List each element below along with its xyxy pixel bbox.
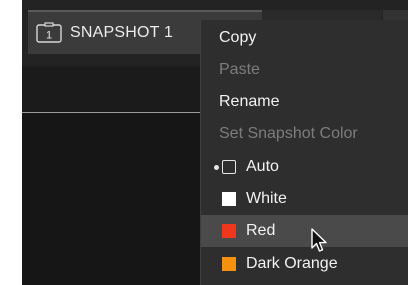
screenshot-stage: 1 SNAPSHOT 1 Copy Paste Rename Set Snaps… <box>0 0 408 285</box>
color-option-dark-orange-label: Dark Orange <box>246 255 338 272</box>
menu-item-rename-label: Rename <box>219 93 280 110</box>
color-option-auto[interactable]: Auto <box>201 151 408 183</box>
white-swatch-icon <box>222 192 236 206</box>
set-color-header-label: Set Snapshot Color <box>219 125 358 142</box>
color-option-red-label: Red <box>246 222 276 239</box>
color-option-white[interactable]: White <box>201 183 408 215</box>
context-menu: Copy Paste Rename Set Snapshot Color Aut… <box>200 20 408 285</box>
color-option-dark-orange[interactable]: Dark Orange <box>201 248 408 280</box>
menu-section-header: Set Snapshot Color <box>201 118 408 150</box>
selected-bullet-icon <box>214 164 219 170</box>
snapshot-number: 1 <box>46 30 52 42</box>
lower-panel <box>22 113 202 285</box>
snapshot-tab-label: SNAPSHOT 1 <box>70 24 174 41</box>
menu-item-rename[interactable]: Rename <box>201 86 408 118</box>
snapshot-frame-icon: 1 <box>34 22 64 44</box>
color-option-white-label: White <box>246 190 287 207</box>
dark-orange-swatch-icon <box>222 257 236 271</box>
menu-item-copy-label: Copy <box>219 29 257 46</box>
arrow-pointer-icon <box>310 228 330 254</box>
menu-item-paste: Paste <box>201 54 408 86</box>
menu-item-copy[interactable]: Copy <box>201 22 408 54</box>
color-option-red[interactable]: Red <box>201 215 408 247</box>
auto-swatch-icon <box>222 160 236 174</box>
color-option-auto-label: Auto <box>246 158 279 175</box>
red-swatch-icon <box>222 224 236 238</box>
menu-item-paste-label: Paste <box>219 61 260 78</box>
